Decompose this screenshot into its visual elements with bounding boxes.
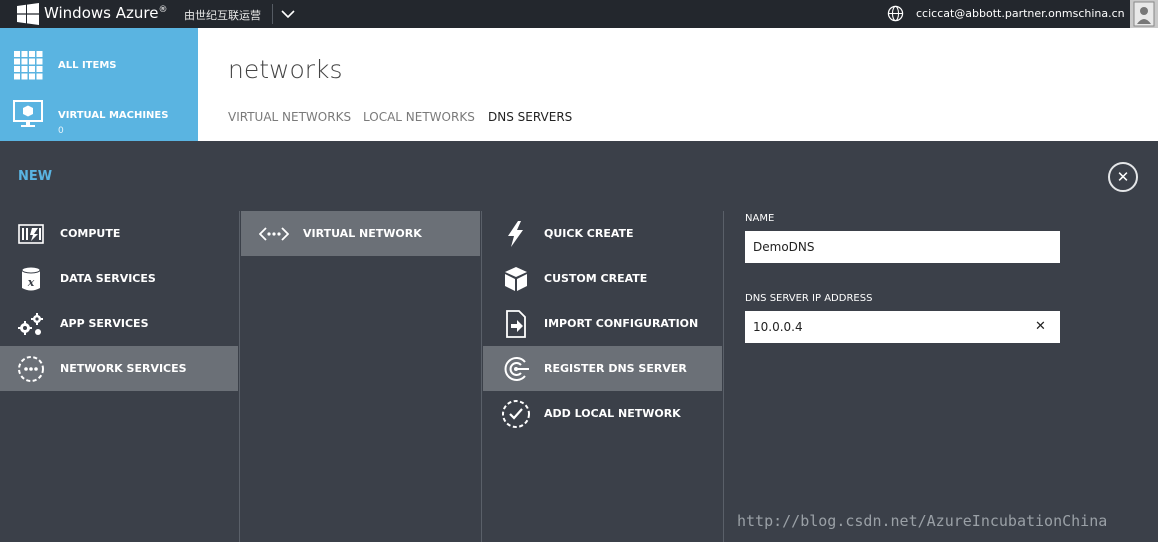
category-label: COMPUTE — [60, 227, 121, 240]
action-custom-create[interactable]: CUSTOM CREATE — [483, 256, 722, 301]
compute-icon — [18, 224, 44, 244]
database-icon: x — [21, 266, 41, 291]
name-label: NAME — [745, 213, 775, 224]
tab-virtual-networks[interactable]: VIRTUAL NETWORKS — [228, 110, 351, 124]
divider — [272, 4, 273, 24]
action-quick-create[interactable]: QUICK CREATE — [483, 211, 722, 256]
globe-icon[interactable] — [887, 5, 904, 22]
subcategory-label: VIRTUAL NETWORK — [303, 227, 422, 240]
sidebar-item-all-items[interactable]: ALL ITEMS — [0, 42, 198, 92]
sidebar-item-label: ALL ITEMS — [58, 60, 117, 71]
action-add-local-network[interactable]: ADD LOCAL NETWORK — [483, 391, 722, 436]
windows-logo-icon — [17, 3, 39, 25]
action-import-configuration[interactable]: IMPORT CONFIGURATION — [483, 301, 722, 346]
monitor-icon — [13, 100, 43, 127]
avatar[interactable] — [1130, 0, 1158, 28]
category-label: APP SERVICES — [60, 317, 149, 330]
svg-text:x: x — [27, 276, 35, 289]
top-bar: Windows Azure® 由世纪互联运营 cciccat@abbott.pa… — [0, 0, 1158, 28]
import-icon — [506, 310, 526, 338]
close-button[interactable]: ✕ — [1108, 162, 1138, 192]
gears-icon — [18, 313, 43, 335]
tab-dns-servers[interactable]: DNS SERVERS — [488, 110, 572, 124]
action-label: IMPORT CONFIGURATION — [544, 317, 699, 330]
sidebar-item-label: VIRTUAL MACHINES — [58, 110, 169, 121]
check-circle-icon — [502, 400, 530, 428]
category-data-services[interactable]: x DATA SERVICES — [0, 256, 238, 301]
dns-ip-field[interactable] — [745, 311, 1060, 343]
lightning-icon — [508, 221, 523, 247]
main-header: networks VIRTUAL NETWORKS LOCAL NETWORKS… — [198, 28, 1158, 141]
tab-local-networks[interactable]: LOCAL NETWORKS — [363, 110, 475, 124]
action-register-dns-server[interactable]: REGISTER DNS SERVER — [483, 346, 722, 391]
action-label: REGISTER DNS SERVER — [544, 362, 687, 375]
user-email[interactable]: cciccat@abbott.partner.onmschina.cn — [916, 7, 1125, 20]
chevron-down-icon[interactable] — [280, 6, 296, 22]
sidebar-item-virtual-machines[interactable]: VIRTUAL MACHINES 0 — [0, 91, 198, 141]
dns-icon — [504, 357, 529, 381]
user-silhouette-icon — [1133, 1, 1155, 27]
network-icon — [18, 356, 44, 382]
brand-name[interactable]: Windows Azure® — [44, 4, 167, 22]
category-compute[interactable]: COMPUTE — [0, 211, 238, 256]
sidebar: ALL ITEMS VIRTUAL MACHINES 0 — [0, 28, 198, 141]
column-divider — [239, 211, 240, 542]
category-label: DATA SERVICES — [60, 272, 156, 285]
action-label: ADD LOCAL NETWORK — [544, 407, 681, 420]
clear-input-icon[interactable]: ✕ — [1035, 319, 1046, 334]
category-network-services[interactable]: NETWORK SERVICES — [0, 346, 238, 391]
column-divider — [723, 211, 724, 542]
name-field[interactable] — [745, 231, 1060, 263]
column-divider — [481, 211, 482, 542]
virtual-network-icon — [259, 227, 289, 241]
grid-icon — [14, 51, 43, 80]
action-label: QUICK CREATE — [544, 227, 634, 240]
subcategory-virtual-network[interactable]: VIRTUAL NETWORK — [241, 211, 480, 256]
box-icon — [505, 267, 527, 291]
drawer-title: NEW — [18, 169, 53, 184]
category-label: NETWORK SERVICES — [60, 362, 187, 375]
page-title: networks — [228, 55, 343, 84]
dns-ip-label: DNS SERVER IP ADDRESS — [745, 293, 873, 304]
category-app-services[interactable]: APP SERVICES — [0, 301, 238, 346]
operator-label: 由世纪互联运营 — [184, 9, 261, 22]
watermark: http://blog.csdn.net/AzureIncubationChin… — [737, 512, 1108, 530]
action-label: CUSTOM CREATE — [544, 272, 648, 285]
item-count: 0 — [58, 126, 64, 136]
